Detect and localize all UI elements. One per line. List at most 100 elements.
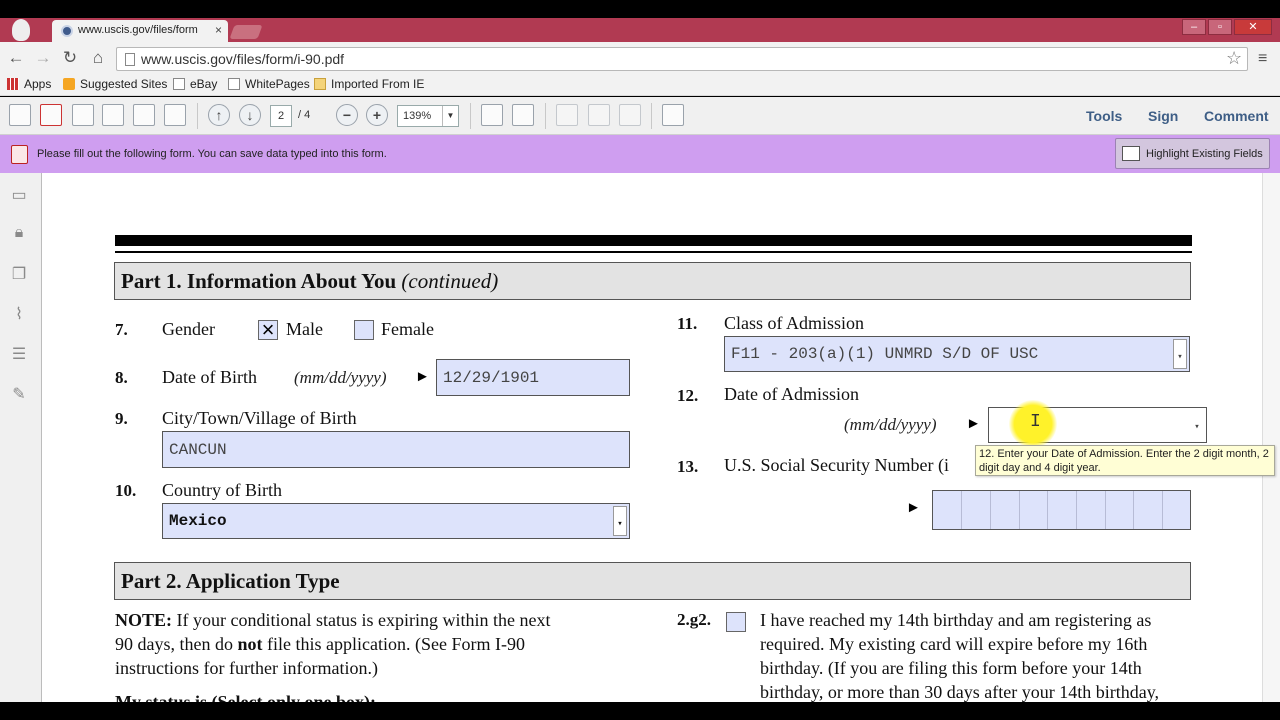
chevron-down-icon[interactable]: ▾: [1173, 339, 1187, 369]
url-text: www.uscis.gov/files/form/i-90.pdf: [141, 51, 345, 67]
suggested-sites-icon: [63, 78, 75, 90]
female-label: Female: [381, 319, 434, 339]
add-note-icon[interactable]: [556, 104, 578, 126]
tools-link[interactable]: Tools: [1086, 108, 1122, 124]
q11-label: Class of Admission: [724, 313, 865, 333]
bookmark-imported-from-ie[interactable]: Imported From IE: [314, 77, 424, 91]
previous-page-icon[interactable]: ↑: [208, 104, 230, 126]
uscis-favicon-icon: [61, 25, 73, 37]
bookmark-suggested-sites[interactable]: Suggested Sites: [63, 77, 167, 91]
city-of-birth-field[interactable]: CANCUN: [162, 431, 630, 468]
q9-number: 9.: [115, 409, 128, 428]
bookmark-star-icon[interactable]: ☆: [1226, 48, 1242, 69]
arrow-icon: ►: [415, 368, 430, 385]
fit-width-icon[interactable]: [512, 104, 534, 126]
q8-number: 8.: [115, 368, 128, 387]
female-checkbox[interactable]: [354, 320, 374, 340]
toolbar-separator: [545, 103, 546, 129]
layers-icon[interactable]: ☰: [9, 344, 29, 364]
male-label: Male: [286, 319, 323, 339]
apps-grid-icon: [7, 78, 19, 90]
q12-number: 12.: [677, 386, 699, 405]
pages-icon[interactable]: ❐: [9, 264, 29, 284]
q8-hint: (mm/dd/yyyy): [294, 368, 387, 387]
signatures-icon[interactable]: ✎: [9, 384, 29, 404]
minimize-button[interactable]: –: [1182, 19, 1206, 35]
comment-link[interactable]: Comment: [1204, 108, 1269, 124]
q2g2-text: I have reached my 14th birthday and am r…: [760, 610, 1160, 702]
q9-label: City/Town/Village of Birth: [162, 408, 357, 428]
bookmark-apps[interactable]: Apps: [7, 77, 51, 91]
class-of-admission-select[interactable]: F11 - 203(a)(1) UNMRD S/D OF USC ▾: [724, 336, 1190, 372]
reload-icon[interactable]: ↻: [59, 48, 81, 68]
zoom-select[interactable]: 139% ▼: [397, 105, 459, 127]
highlight-existing-fields-button[interactable]: Highlight Existing Fields: [1115, 138, 1270, 169]
zoom-in-icon[interactable]: +: [366, 104, 388, 126]
sign-link[interactable]: Sign: [1148, 108, 1178, 124]
folder-icon: [314, 78, 326, 90]
vertical-scrollbar[interactable]: [1262, 173, 1280, 702]
sign-document-icon[interactable]: [619, 104, 641, 126]
tab-close-icon[interactable]: ×: [215, 23, 222, 37]
bookmark-ebay[interactable]: eBay: [173, 77, 217, 91]
navigation-pane: [0, 173, 42, 702]
security-lock-icon[interactable]: 🔒︎: [9, 224, 29, 244]
new-tab-button[interactable]: [229, 25, 263, 39]
save-icon[interactable]: [102, 104, 124, 126]
maximize-button[interactable]: ▫: [1208, 19, 1232, 35]
zoom-out-icon[interactable]: −: [336, 104, 358, 126]
back-arrow-icon[interactable]: ←: [5, 48, 27, 68]
close-window-button[interactable]: ✕: [1234, 19, 1272, 35]
chevron-down-icon[interactable]: ▾: [1190, 410, 1204, 440]
header-rule: [115, 235, 1192, 246]
note-paragraph: NOTE: If your conditional status is expi…: [115, 610, 551, 678]
browser-tab[interactable]: www.uscis.gov/files/form ×: [52, 20, 228, 42]
q13-label: U.S. Social Security Number (i: [724, 455, 949, 475]
q10-number: 10.: [115, 481, 137, 500]
chevron-down-icon: ▼: [442, 106, 458, 126]
field-tooltip: 12. Enter your Date of Admission. Enter …: [975, 445, 1275, 476]
q11-number: 11.: [677, 314, 698, 333]
bookmark-whitepages[interactable]: WhitePages: [228, 77, 310, 91]
toolbar-separator: [470, 103, 471, 129]
toolbar-separator: [197, 103, 198, 129]
form-fields-icon: [1122, 146, 1140, 161]
q7-label: Gender: [162, 319, 215, 339]
forward-arrow-icon[interactable]: →: [32, 48, 54, 68]
create-pdf-icon[interactable]: [9, 104, 31, 126]
edit-pdf-icon[interactable]: [40, 104, 62, 126]
next-page-icon[interactable]: ↓: [239, 104, 261, 126]
page-icon: [173, 78, 185, 90]
q10-label: Country of Birth: [162, 480, 282, 500]
home-icon[interactable]: ⌂: [87, 48, 109, 68]
date-of-birth-field[interactable]: 12/29/1901: [436, 359, 630, 396]
page-icon: [228, 78, 240, 90]
q2g2-number: 2.g2.: [677, 610, 711, 629]
fit-page-icon[interactable]: [481, 104, 503, 126]
part2-heading: Part 2. Application Type: [114, 562, 1191, 600]
q2g2-checkbox[interactable]: [726, 612, 746, 632]
page-total: / 4: [298, 109, 311, 121]
ssn-field[interactable]: [932, 490, 1191, 530]
profile-icon[interactable]: [12, 19, 30, 41]
text-cursor-icon: I: [1030, 412, 1041, 432]
chrome-menu-icon[interactable]: ≡: [1258, 50, 1267, 68]
arrow-icon: ►: [966, 415, 981, 432]
address-bar[interactable]: www.uscis.gov/files/form/i-90.pdf: [116, 47, 1248, 71]
male-checkbox[interactable]: ×: [258, 319, 278, 341]
attachments-icon[interactable]: ⌇: [9, 304, 29, 324]
country-of-birth-select[interactable]: Mexico ▾: [162, 503, 630, 539]
edit-form-icon[interactable]: [72, 104, 94, 126]
highlight-text-icon[interactable]: [588, 104, 610, 126]
page-number-input[interactable]: 2: [270, 105, 292, 127]
email-icon[interactable]: [164, 104, 186, 126]
part1-heading: Part 1. Information About You (continued…: [114, 262, 1191, 300]
form-notice-icon: [11, 145, 28, 164]
tab-title: www.uscis.gov/files/form: [78, 24, 198, 36]
full-screen-icon[interactable]: [662, 104, 684, 126]
page-icon: [125, 53, 135, 66]
q12-label: Date of Admission: [724, 384, 859, 404]
chevron-down-icon[interactable]: ▾: [613, 506, 627, 536]
page-thumbnails-icon[interactable]: ▭: [9, 185, 29, 205]
print-icon[interactable]: [133, 104, 155, 126]
